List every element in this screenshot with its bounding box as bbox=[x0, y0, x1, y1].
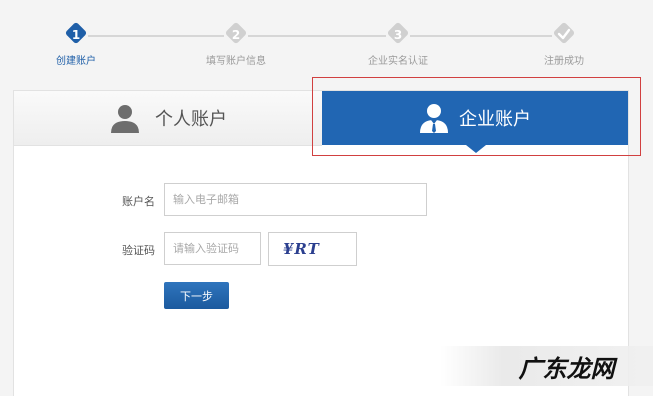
captcha-image[interactable]: ¥RT bbox=[268, 232, 357, 266]
step-connector bbox=[88, 35, 224, 37]
business-person-icon bbox=[420, 104, 448, 133]
person-icon bbox=[111, 105, 139, 133]
step-1-label: 创建账户 bbox=[56, 56, 96, 67]
watermark: 广东龙网 bbox=[440, 346, 653, 386]
tab-enterprise-account[interactable]: 企业账户 bbox=[322, 91, 628, 145]
tab-enterprise-label: 企业账户 bbox=[459, 109, 531, 130]
step-connector bbox=[248, 35, 386, 37]
watermark-text: 广东龙网 bbox=[518, 354, 615, 383]
step-2-label: 填写账户信息 bbox=[206, 56, 266, 67]
step-1-number: 1 bbox=[71, 28, 81, 42]
tab-personal-label: 个人账户 bbox=[155, 109, 227, 130]
next-step-button[interactable]: 下一步 bbox=[164, 282, 229, 309]
step-3-label: 企业实名认证 bbox=[368, 56, 428, 67]
step-4-label: 注册成功 bbox=[544, 56, 584, 67]
step-connector bbox=[410, 35, 552, 37]
registration-steps: 1 创建账户 2 填写账户信息 3 企业实名认证 注册成功 bbox=[0, 0, 653, 80]
selected-tab-pointer bbox=[466, 145, 486, 153]
account-email-input[interactable] bbox=[164, 183, 427, 216]
check-icon bbox=[557, 28, 571, 40]
captcha-label: 验证码 bbox=[122, 244, 155, 257]
account-name-label: 账户名 bbox=[122, 195, 155, 208]
step-3-number: 3 bbox=[393, 28, 403, 42]
step-2-number: 2 bbox=[231, 28, 241, 42]
captcha-input[interactable] bbox=[164, 232, 261, 265]
tab-personal-account[interactable]: 个人账户 bbox=[14, 91, 322, 146]
